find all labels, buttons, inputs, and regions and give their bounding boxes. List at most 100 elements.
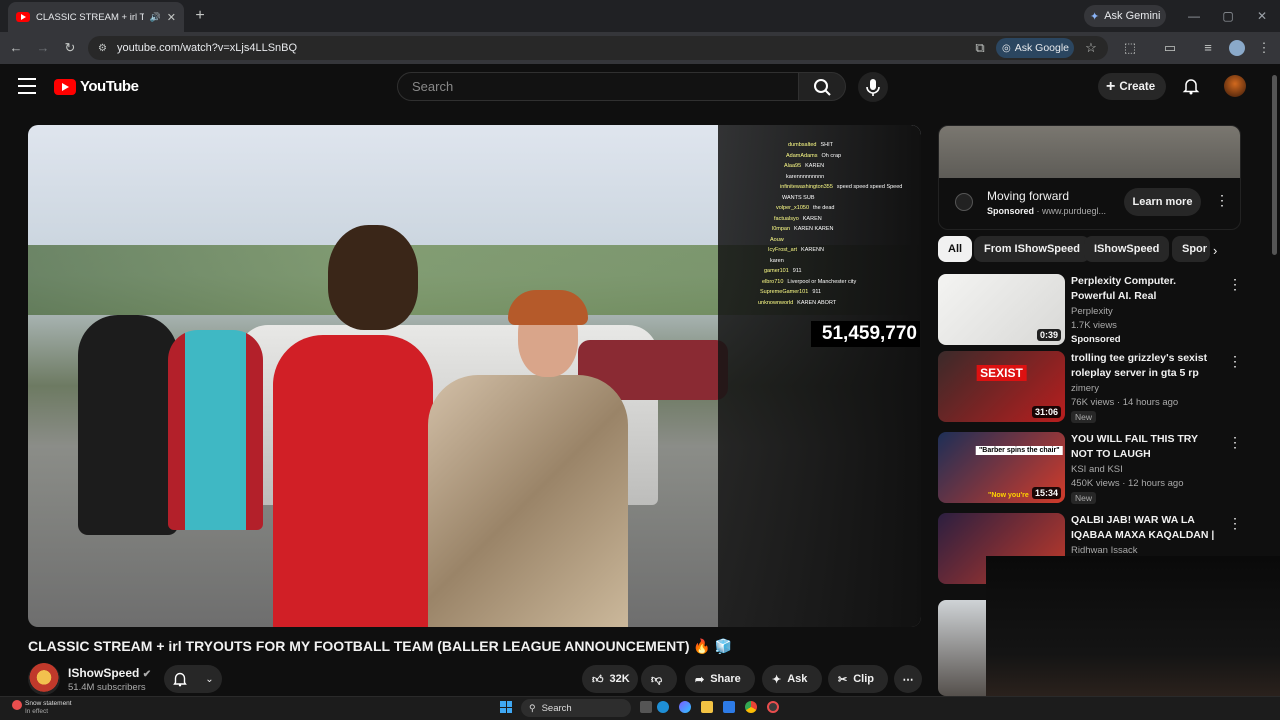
notifications-button[interactable] [1182, 77, 1200, 95]
file-explorer-icon[interactable] [701, 701, 713, 713]
windows-start-icon[interactable] [500, 701, 512, 713]
ad-more-icon[interactable]: ⋮ [1215, 192, 1229, 209]
chat-message: SupremeGamer101 911 [748, 287, 918, 298]
search-input[interactable]: Search [397, 72, 799, 101]
scissors-icon: ✂ [838, 673, 848, 686]
taskbar-search-label: Search [541, 702, 572, 714]
ask-google-button[interactable]: ◎ Ask Google [996, 38, 1074, 58]
browser-tab[interactable]: CLASSIC STREAM + irl TRYOUTS FOR MY FOOT… [8, 2, 184, 32]
forward-arrow-icon[interactable]: → [33, 38, 53, 58]
sponsored-ad-card[interactable]: Moving forward Sponsored · www.purduegl.… [938, 125, 1241, 230]
recommendation-item[interactable]: SEXIST 31:06 trolling tee grizzley's sexis… [938, 351, 1242, 423]
hamburger-menu-icon[interactable] [18, 78, 36, 94]
account-avatar[interactable] [1224, 75, 1246, 97]
app-icon[interactable] [767, 701, 779, 713]
taskbar-search[interactable]: ⚲ Search [521, 699, 631, 717]
recommendation-title[interactable]: trolling tee grizzley's sexist roleplay … [1071, 351, 1219, 381]
browser-menu-icon[interactable]: ⋮ [1254, 38, 1274, 58]
filter-chip[interactable]: Spor [1172, 236, 1210, 262]
profile-avatar[interactable] [1229, 40, 1245, 56]
filter-chip[interactable]: IShowSpeed [1084, 236, 1170, 262]
install-app-icon[interactable]: ⧉ [970, 38, 990, 58]
recommendation-thumbnail[interactable]: SEXIST 31:06 [938, 351, 1065, 422]
chat-text: KAREN KAREN [794, 226, 834, 232]
recommendation-thumbnail[interactable]: "Barber spins the chair" "Now you're 15:34 [938, 432, 1065, 503]
more-vertical-icon[interactable]: ⋮ [1228, 353, 1242, 369]
youtube-logo[interactable]: YouTube [54, 78, 139, 95]
chat-text: 911 [812, 289, 822, 295]
minimize-window-button[interactable]: — [1184, 6, 1204, 26]
more-vertical-icon[interactable]: ⋮ [1228, 515, 1242, 531]
chat-text: Oh crap [821, 152, 842, 159]
dislike-button[interactable]: 👎︎ [641, 665, 677, 693]
bell-icon [173, 672, 188, 687]
search-button[interactable] [798, 72, 846, 101]
more-actions-button[interactable]: ⋯ [894, 665, 922, 693]
subscribe-notification-button[interactable]: ⌄ [164, 665, 222, 693]
lens-icon: ◎ [1002, 42, 1011, 54]
recommendation-title[interactable]: Perplexity Computer. Powerful AI. Real D… [1071, 274, 1219, 304]
learn-more-button[interactable]: Learn more [1124, 188, 1201, 216]
new-badge: New [1071, 492, 1097, 504]
woman-patterned-blouse [428, 375, 628, 627]
chat-message: factualsyo KAREN [748, 214, 918, 225]
recommendation-item[interactable]: 0:39 Perplexity Computer. Powerful AI. Re… [938, 274, 1242, 346]
channel-name[interactable]: IShowSpeed ✔ [68, 666, 151, 680]
recommendation-channel[interactable]: Perplexity [1071, 305, 1113, 319]
site-info-icon[interactable]: ⚙ [98, 43, 107, 54]
channel-avatar[interactable] [28, 663, 60, 695]
recommendation-thumbnail-partial[interactable] [938, 600, 986, 696]
extensions-icon[interactable]: ⬚ [1120, 38, 1140, 58]
copilot-icon[interactable] [679, 701, 691, 713]
page-scrollbar[interactable] [1272, 75, 1277, 255]
like-button[interactable]: 👍︎ 32K [582, 665, 638, 693]
create-label: Create [1119, 80, 1156, 93]
chat-message: dumbsalted SHIT [748, 140, 918, 151]
back-arrow-icon[interactable]: ← [6, 38, 26, 58]
recommendation-meta: 76K views · 14 hours ago [1071, 397, 1179, 408]
create-button[interactable]: + Create [1098, 73, 1166, 100]
chevron-right-icon[interactable]: › [1213, 243, 1217, 258]
more-vertical-icon[interactable]: ⋮ [1228, 434, 1242, 450]
youtube-favicon-icon [16, 12, 30, 22]
plus-icon: + [1106, 77, 1116, 95]
chat-message: l0mpan KAREN KAREN [748, 224, 918, 235]
edge-browser-icon[interactable] [657, 701, 669, 713]
chrome-icon[interactable] [745, 701, 757, 713]
recommendation-thumbnail[interactable]: 0:39 [938, 274, 1065, 345]
reload-icon[interactable]: ↻ [60, 38, 80, 58]
chat-message: AdamAdams Oh crap [748, 151, 918, 162]
new-tab-button[interactable]: + [190, 6, 210, 26]
ask-gemini-button[interactable]: ✦ Ask Gemini [1084, 5, 1166, 27]
recommendation-channel[interactable]: zimery [1071, 382, 1099, 396]
url-text: youtube.com/watch?v=xLjs4LLSnBQ [116, 42, 298, 54]
close-window-button[interactable]: ✕ [1252, 6, 1272, 26]
share-button[interactable]: ➦ Share [685, 665, 755, 693]
recommendation-title[interactable]: QALBI JAB! WAR WA LA IQABAA MAXA KAQALDA… [1071, 513, 1219, 543]
more-vertical-icon[interactable]: ⋮ [1228, 276, 1242, 292]
ask-button[interactable]: ✦ Ask [762, 665, 822, 693]
video-duration: 0:39 [1036, 329, 1061, 341]
bookmark-star-icon[interactable]: ☆ [1081, 38, 1101, 58]
recommendation-channel[interactable]: KSI and KSI [1071, 463, 1123, 477]
close-tab-icon[interactable]: ✕ [167, 11, 176, 24]
sparkle-icon: ✦ [772, 673, 782, 686]
filter-chip[interactable]: From IShowSpeed [974, 236, 1090, 262]
voice-search-button[interactable] [858, 72, 888, 102]
chat-text: 911 [792, 268, 802, 274]
task-view-icon[interactable] [640, 701, 652, 713]
filter-chip[interactable]: All [938, 236, 973, 262]
address-bar[interactable]: ⚙ youtube.com/watch?v=xLjs4LLSnBQ [88, 36, 1108, 60]
recommendation-item[interactable]: "Barber spins the chair" "Now you're 15:34… [938, 432, 1242, 504]
search-icon: ⚲ [529, 702, 536, 713]
speaker-icon[interactable]: 🔊 [150, 12, 161, 23]
chat-username: IcyFrost_art [768, 247, 798, 253]
media-controls-icon[interactable]: ≡ [1198, 38, 1218, 58]
maximize-window-button[interactable]: ▢ [1218, 6, 1238, 26]
split-view-icon[interactable]: ▭ [1160, 38, 1180, 58]
chat-message: unknownworld KAREN ABORT [748, 298, 918, 309]
recommendation-title[interactable]: YOU WILL FAIL THIS TRY NOT TO LAUGH [1071, 432, 1219, 462]
clip-button[interactable]: ✂ Clip [828, 665, 888, 693]
weather-widget[interactable]: Snow statement In effect [25, 700, 72, 716]
store-icon[interactable] [723, 701, 735, 713]
